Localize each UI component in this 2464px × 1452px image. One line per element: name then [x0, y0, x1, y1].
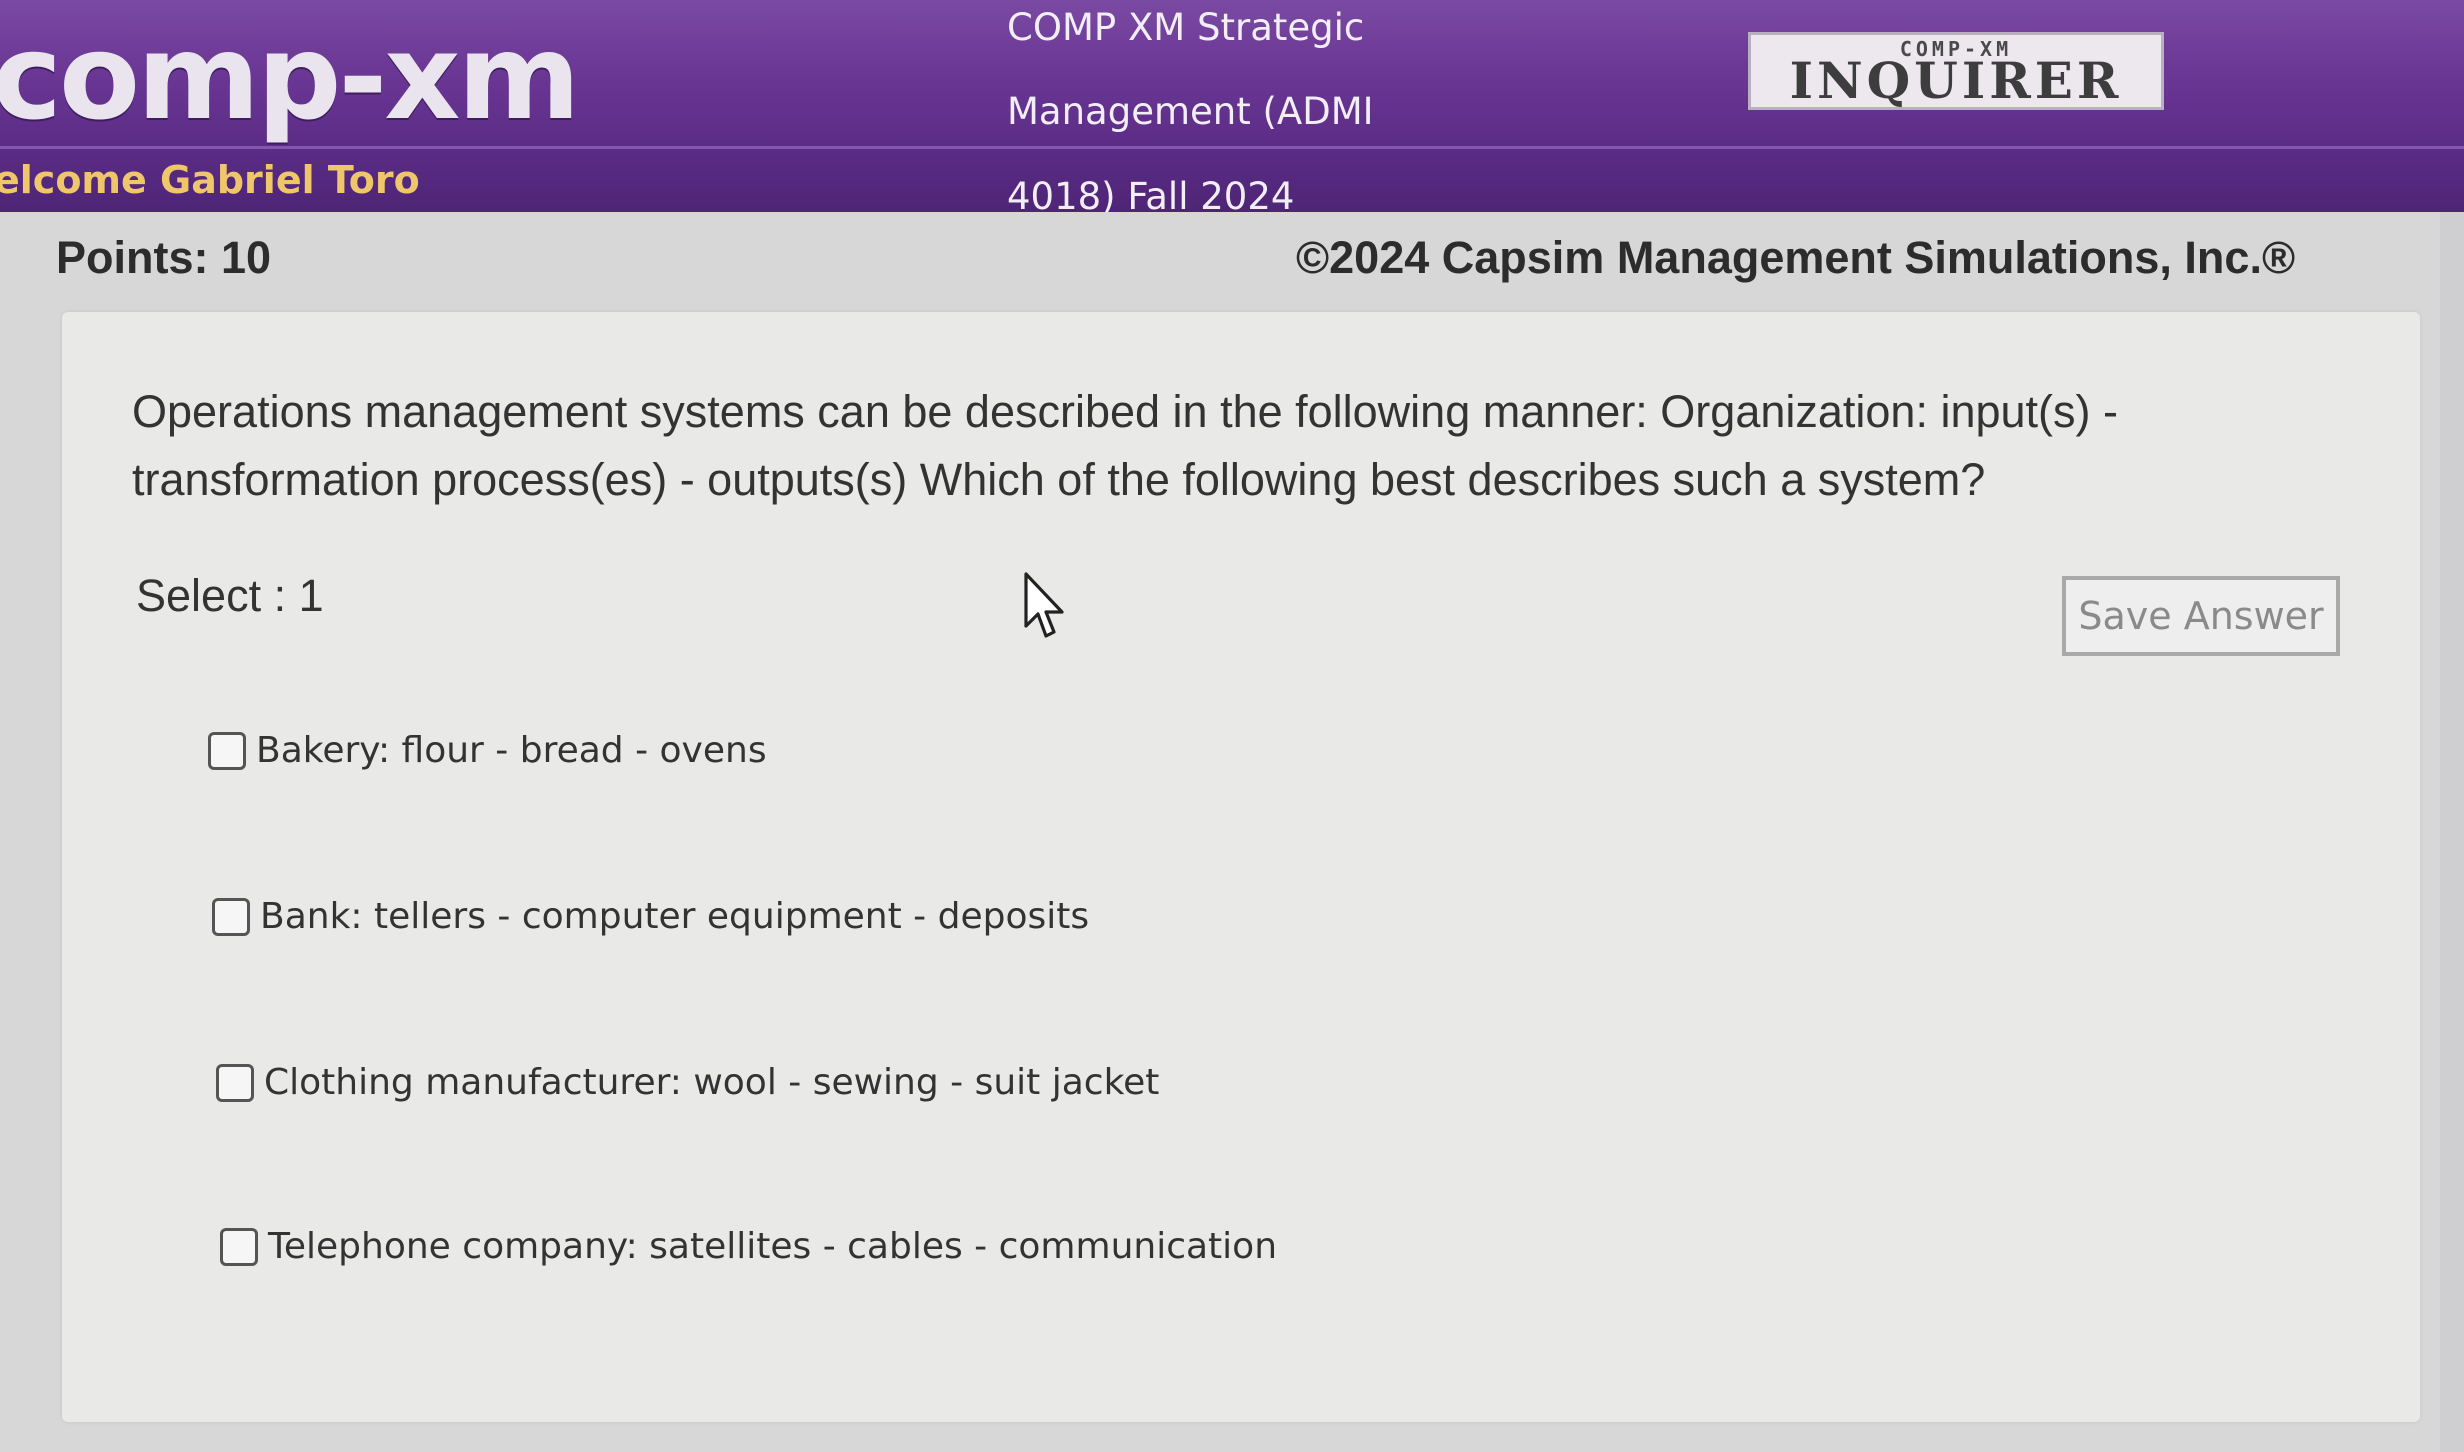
option-2-checkbox[interactable] — [212, 897, 250, 936]
inquirer-title: INQUIRER — [1789, 51, 2123, 110]
option-3-label[interactable]: Clothing manufacturer: wool - sewing - s… — [264, 1062, 1159, 1103]
option-4-checkbox[interactable] — [220, 1227, 258, 1266]
option-1-checkbox[interactable] — [208, 731, 246, 770]
question-text: Operations management systems can be des… — [132, 386, 2118, 505]
course-title-line-1: COMP XM Strategic — [1007, 6, 1365, 49]
header-divider — [0, 146, 2464, 149]
answer-option-4[interactable]: Telephone company: satellites - cables -… — [220, 1226, 1277, 1267]
option-1-label[interactable]: Bakery: flour - bread - ovens — [256, 730, 767, 771]
answer-option-1[interactable]: Bakery: flour - bread - ovens — [208, 730, 767, 771]
option-3-checkbox[interactable] — [216, 1063, 254, 1102]
select-count-label: Select : 1 — [136, 570, 324, 621]
answer-option-2[interactable]: Bank: tellers - computer equipment - dep… — [212, 896, 1089, 937]
answer-option-3[interactable]: Clothing manufacturer: wool - sewing - s… — [216, 1062, 1159, 1103]
inquirer-link[interactable]: COMP-XM INQUIRER — [1748, 32, 2164, 110]
save-answer-button[interactable]: Save Answer — [2062, 576, 2340, 656]
mouse-pointer-icon — [1024, 572, 1064, 638]
option-2-label[interactable]: Bank: tellers - computer equipment - dep… — [260, 896, 1089, 937]
app-header: comp-xm elcome Gabriel Toro COMP XM Stra… — [0, 0, 2464, 218]
points-label: Points: 10 — [56, 232, 272, 283]
copyright-notice: ©2024 Capsim Management Simulations, Inc… — [1296, 232, 2296, 283]
option-4-label[interactable]: Telephone company: satellites - cables -… — [268, 1226, 1277, 1267]
course-title-line-2: Management (ADMI — [1007, 90, 1374, 133]
welcome-message: elcome Gabriel Toro — [0, 158, 420, 202]
comp-xm-logo: comp-xm — [0, 8, 580, 146]
